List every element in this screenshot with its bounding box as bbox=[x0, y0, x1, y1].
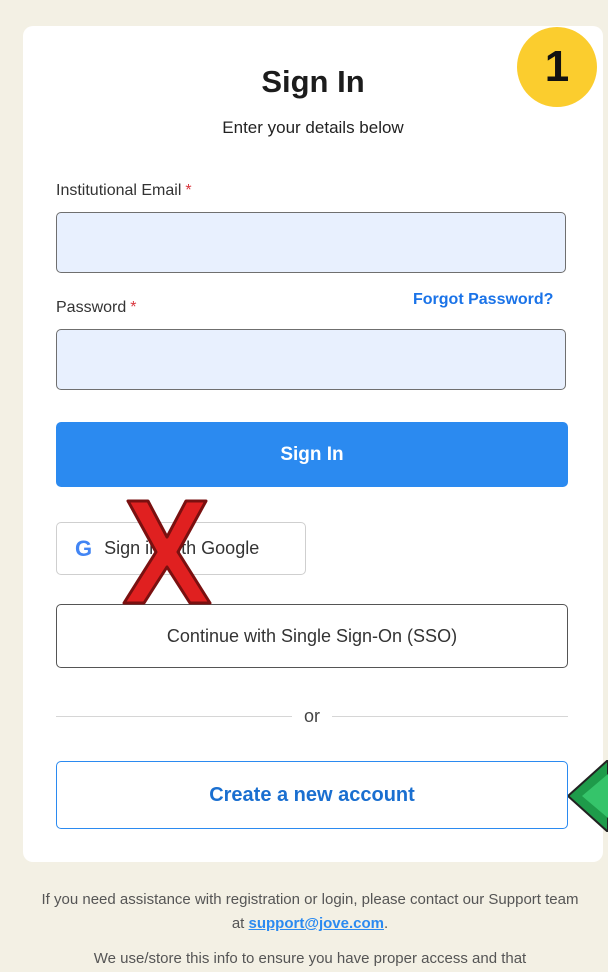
divider-line bbox=[332, 715, 569, 717]
green-arrow-icon bbox=[568, 760, 608, 832]
sign-in-card: Sign In Enter your details below Institu… bbox=[23, 26, 603, 862]
forgot-password-link[interactable]: Forgot Password? bbox=[413, 291, 553, 309]
email-label-text: Institutional Email bbox=[56, 182, 182, 199]
help-text: If you need assistance with registration… bbox=[40, 888, 580, 936]
email-field[interactable] bbox=[56, 212, 566, 273]
x-mark-icon bbox=[122, 499, 212, 605]
support-email-link[interactable]: support@jove.com bbox=[249, 915, 384, 932]
required-mark: * bbox=[130, 299, 137, 316]
or-divider: or bbox=[56, 705, 569, 726]
divider-line bbox=[56, 715, 292, 717]
required-mark: * bbox=[185, 182, 192, 199]
sso-button[interactable]: Continue with Single Sign-On (SSO) bbox=[56, 604, 568, 668]
step-number-badge: 1 bbox=[517, 27, 597, 107]
help-text-end: . bbox=[384, 915, 389, 932]
divider-text: or bbox=[304, 705, 321, 726]
sign-in-button[interactable]: Sign In bbox=[56, 422, 568, 487]
email-label: Institutional Email * bbox=[56, 182, 192, 200]
page-title: Sign In bbox=[261, 64, 365, 99]
password-field[interactable] bbox=[56, 329, 566, 390]
google-icon: G bbox=[75, 535, 93, 561]
create-account-button[interactable]: Create a new account bbox=[56, 761, 568, 829]
page-subtitle: Enter your details below bbox=[222, 118, 404, 137]
privacy-text: We use/store this info to ensure you hav… bbox=[93, 950, 527, 967]
password-label: Password * bbox=[56, 299, 136, 317]
password-label-text: Password bbox=[56, 299, 127, 316]
